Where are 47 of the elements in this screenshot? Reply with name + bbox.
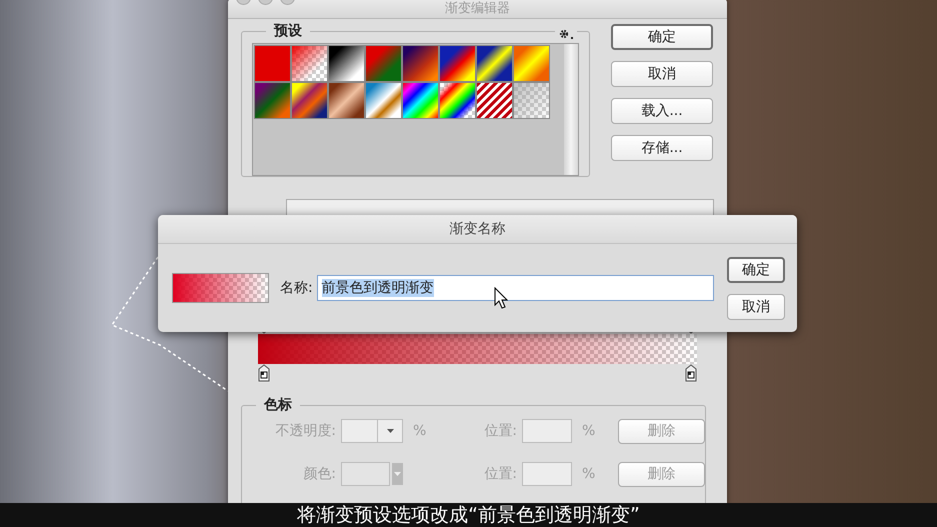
gradient-swatch[interactable] — [328, 45, 365, 82]
dialog-button[interactable]: 确定 — [727, 256, 785, 282]
gradient-swatch[interactable] — [439, 82, 476, 119]
gradient-swatch[interactable] — [476, 45, 513, 82]
stop-field-label: 不透明度: — [274, 422, 337, 440]
gradient-swatch[interactable] — [254, 82, 291, 119]
unit-label: % — [581, 466, 596, 482]
gradient-swatch[interactable] — [402, 45, 439, 82]
gradient-swatch[interactable] — [476, 82, 513, 119]
stop-field-label: 颜色: — [302, 465, 337, 483]
cursor-icon — [494, 287, 508, 309]
caret-icon — [394, 472, 402, 476]
location-label: 位置: — [483, 465, 518, 483]
color-stop-icon[interactable] — [258, 364, 270, 382]
gradient-swatch[interactable] — [254, 45, 291, 82]
unit-label: % — [412, 423, 428, 439]
presets-label: 预设 — [272, 22, 303, 40]
location-label: 位置: — [483, 422, 518, 440]
dialog-title: 渐变名称 — [450, 220, 506, 238]
dialog-button[interactable]: 确定 — [611, 24, 713, 50]
gradient-swatch[interactable] — [365, 82, 402, 119]
color-stops-label: 色标 — [262, 396, 293, 414]
subtitle: 将渐变预设选项改成“前景色到透明渐变” — [297, 503, 640, 527]
gradient-swatch[interactable] — [291, 45, 328, 82]
dialog-button[interactable]: 存储... — [611, 135, 713, 161]
unit-label: % — [581, 423, 596, 439]
name-input-field[interactable]: 前景色到透明渐变 — [316, 275, 714, 301]
gradient-swatch[interactable] — [291, 82, 328, 119]
name-value: 前景色到透明渐变 — [322, 279, 434, 297]
dialog-button[interactable]: 载入... — [611, 98, 713, 124]
color-stop-icon[interactable] — [685, 364, 697, 382]
opacity-field[interactable] — [341, 419, 403, 443]
dialog-button[interactable]: 取消 — [611, 61, 713, 87]
color-swatch[interactable] — [341, 462, 390, 486]
gradient-swatch[interactable] — [513, 82, 550, 119]
gradient-swatch[interactable] — [513, 45, 550, 82]
name-label: 名称: — [280, 279, 313, 297]
gradient-swatch[interactable] — [365, 45, 402, 82]
location-field[interactable] — [522, 462, 572, 486]
dialog-button[interactable]: 取消 — [727, 294, 785, 320]
gradient-swatch[interactable] — [328, 82, 365, 119]
gradient-swatch[interactable] — [439, 45, 476, 82]
window-title: 渐变编辑器 — [445, 0, 510, 17]
gradient-swatch[interactable] — [402, 82, 439, 119]
scrollbar[interactable] — [564, 44, 578, 175]
location-field[interactable] — [522, 419, 572, 443]
dropdown-arrow-icon — [386, 429, 394, 433]
